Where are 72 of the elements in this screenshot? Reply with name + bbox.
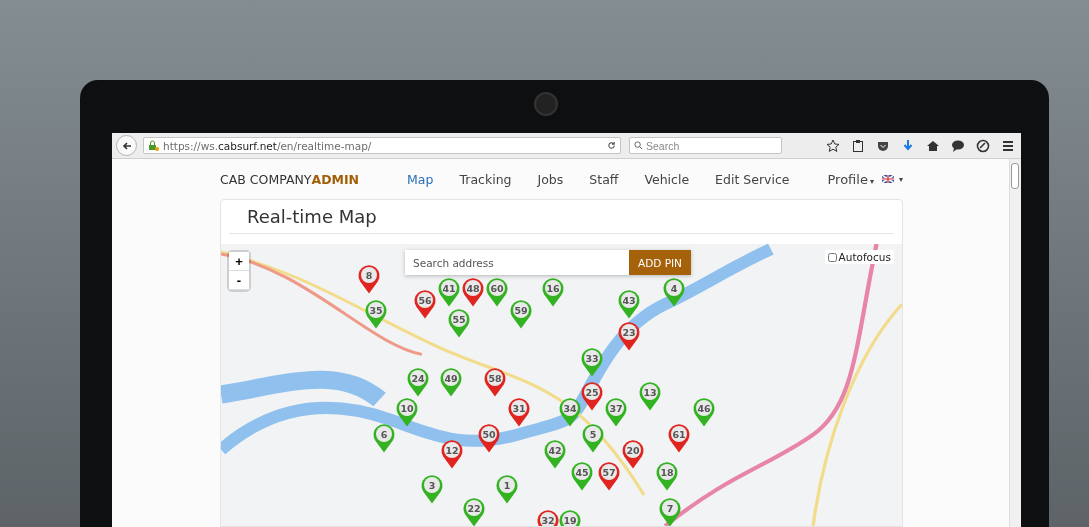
brand-name[interactable]: CAB COMPANY [220,171,312,187]
map-pin[interactable]: 25 [581,381,603,411]
address-field[interactable]: https://ws.cabsurf.net/en/realtime-map/ [143,137,621,154]
map-pin[interactable]: 31 [508,397,530,427]
page-title: Real-time Map [229,200,894,234]
nav-link[interactable]: Vehicle [644,171,690,187]
nav-link[interactable]: Edit Service [715,171,790,187]
map-pin[interactable]: 12 [441,439,463,469]
map-pin[interactable]: 45 [571,461,593,491]
url-text: https://ws.cabsurf.net/en/realtime-map/ [163,139,373,152]
map-pin[interactable]: 32 [537,509,559,526]
map-pin[interactable]: 4 [663,277,685,307]
map-pin[interactable]: 56 [414,289,436,319]
map-pin[interactable]: 6 [373,423,395,453]
search-bar[interactable]: Search [629,137,782,154]
home-icon[interactable] [925,138,940,153]
map-pin[interactable]: 1 [496,474,518,504]
map-pin[interactable]: 7 [659,497,681,526]
map-pin[interactable]: 22 [463,497,485,526]
caret-icon[interactable]: ▾ [898,174,903,184]
autofocus-label[interactable]: Autofocus [838,251,891,263]
map-pin[interactable]: 50 [478,423,500,453]
camera-icon [534,92,558,116]
brand-suffix[interactable]: ADMIN [311,171,360,187]
autofocus-checkbox[interactable] [827,252,837,262]
clipboard-icon[interactable] [850,138,865,153]
nav-link[interactable]: Tracking [459,171,512,187]
map-pin[interactable]: 23 [618,321,640,351]
menu-icon[interactable] [1000,138,1015,153]
nav-link[interactable]: Staff [589,171,619,187]
map-view[interactable]: 8 41 48 60 16 4 56 43 35 59 55 23 33 24 49 58 25 13 10 31 34 37 46 6 50 5 61 12 42 20 45 57 18 3 1 22 7 32 19 + - Search address ADD PIN Autofocus [221,244,902,526]
search-icon [634,141,643,150]
map-pin[interactable]: 16 [542,277,564,307]
back-arrow-icon [121,140,132,151]
add-pin-button[interactable]: ADD PIN [629,250,691,275]
map-pin[interactable]: 58 [484,367,506,397]
map-pin[interactable]: 10 [396,397,418,427]
flag-icon[interactable] [881,175,894,183]
map-pin[interactable]: 48 [462,277,484,307]
map-pin[interactable]: 46 [693,397,715,427]
map-pin[interactable]: 41 [438,277,460,307]
map-pin[interactable]: 33 [581,347,603,377]
star-icon[interactable] [825,138,840,153]
map-pin[interactable]: 49 [440,367,462,397]
back-button[interactable] [116,135,137,156]
map-pin[interactable]: 59 [510,299,532,329]
map-pin[interactable]: 13 [639,381,661,411]
profile-menu[interactable]: Profile▾ [827,171,874,187]
zoom-in-button[interactable]: + [229,252,249,271]
map-pin[interactable]: 34 [559,397,581,427]
chat-icon[interactable] [950,138,965,153]
map-pin[interactable]: 8 [358,264,380,294]
map-pin[interactable]: 20 [622,439,644,469]
reload-icon[interactable] [607,141,616,150]
map-pin[interactable]: 35 [365,299,387,329]
map-pin[interactable]: 3 [421,474,443,504]
map-pin[interactable]: 57 [598,461,620,491]
map-pin[interactable]: 42 [544,439,566,469]
nav-link[interactable]: Map [407,171,434,187]
map-pin[interactable]: 19 [559,509,581,526]
map-pin[interactable]: 43 [618,289,640,319]
map-pin[interactable]: 37 [605,397,627,427]
map-pin[interactable]: 5 [582,423,604,453]
nav-link[interactable]: Jobs [537,171,564,187]
map-pin[interactable]: 18 [656,461,678,491]
search-field[interactable]: Search [646,139,766,152]
map-pin[interactable]: 61 [668,423,690,453]
address-search-field[interactable]: Search address [405,250,629,275]
map-pin[interactable]: 60 [486,277,508,307]
lock-icon [148,140,159,151]
map-pin[interactable]: 55 [448,308,470,338]
map-pin[interactable]: 24 [407,367,429,397]
